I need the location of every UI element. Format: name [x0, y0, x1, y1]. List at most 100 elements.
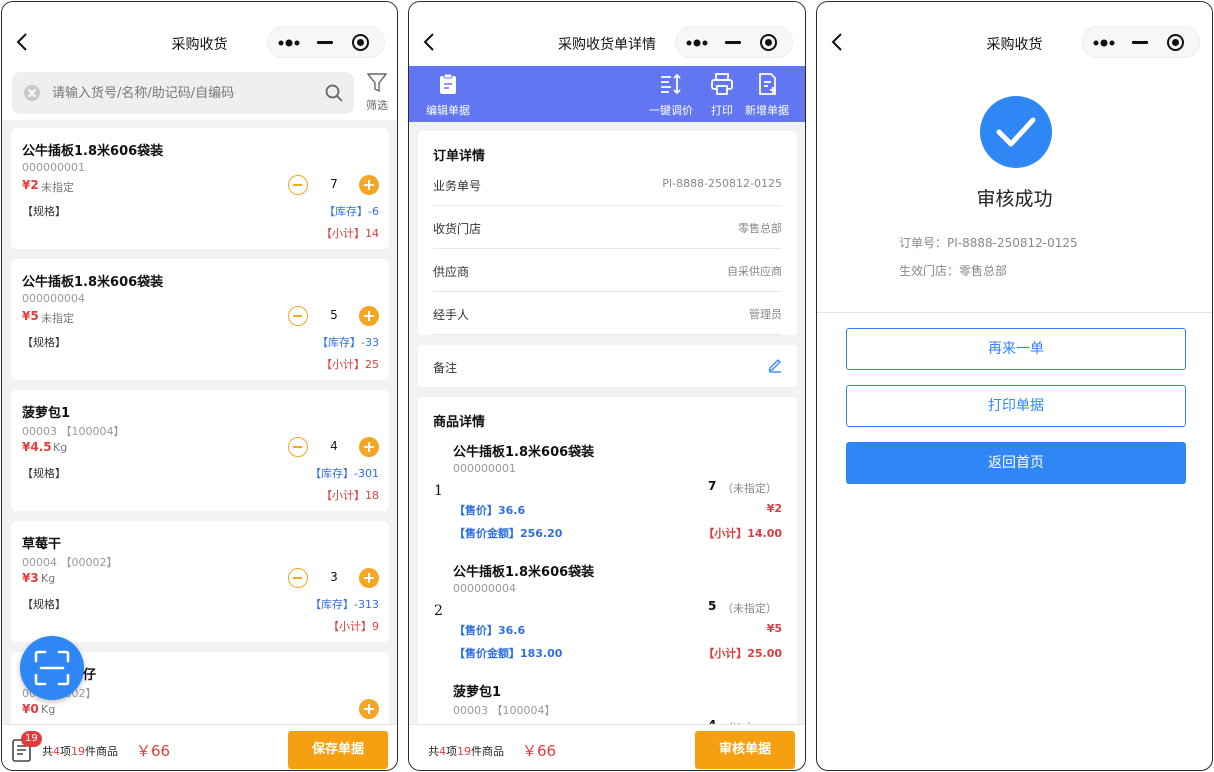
quantity-value[interactable]: 4: [314, 439, 354, 453]
goods-unit-price: ¥5: [766, 622, 782, 635]
new-document-label: 新增单据: [745, 104, 789, 117]
product-price: ¥5: [22, 309, 39, 323]
product-price: ¥0: [22, 702, 39, 716]
goods-subtotal: 【小计】14.00: [703, 527, 782, 540]
total-amount: ￥66: [136, 742, 171, 760]
clear-icon[interactable]: [24, 85, 40, 101]
order-detail-title: 订单详情: [433, 149, 486, 164]
product-stock: 【库存】-6: [324, 205, 379, 218]
sort-adjust-icon: [661, 73, 681, 95]
new-order-button[interactable]: 再来一单: [846, 328, 1186, 370]
clipboard-icon: [440, 73, 456, 94]
row-label: 业务单号: [433, 179, 482, 193]
quantity-value[interactable]: 7: [314, 177, 354, 191]
print-button[interactable]: 打印: [709, 70, 735, 118]
new-document-button[interactable]: 新增单据: [745, 70, 789, 118]
goods-unit: （未指定）: [722, 602, 777, 615]
product-card: 菠萝包1 00003 【100004】 ¥4.5 Kg 【规格】 4 【库存】-…: [11, 390, 389, 511]
increase-quantity-button[interactable]: [359, 437, 379, 457]
order-detail-card: 订单详情 业务单号 PI-8888-250812-0125 收货门店 零售总部 …: [418, 131, 797, 335]
item-summary: 共4项19件商品: [42, 745, 118, 758]
product-price: ¥4.5: [22, 440, 52, 454]
filter-button[interactable]: 筛选: [362, 72, 392, 114]
save-button[interactable]: 保存单据: [288, 731, 388, 769]
goods-detail-card: 商品详情 公牛插板1.8米606袋装 000000001 1 7 （未指定） 【…: [418, 397, 797, 734]
minimize-icon[interactable]: [317, 41, 333, 44]
bottom-bar: 共4项19件商品 ￥66 审核单据: [409, 724, 805, 770]
more-dots-icon[interactable]: [1091, 36, 1121, 50]
goods-quantity: 5: [708, 599, 717, 613]
back-home-button[interactable]: 返回首页: [846, 442, 1186, 484]
product-stock: 【库存】-313: [310, 598, 379, 611]
record-icon[interactable]: [352, 34, 369, 51]
product-code: 000000004: [22, 292, 85, 305]
increase-quantity-button[interactable]: [359, 568, 379, 588]
navbar: 采购收货单详情: [409, 2, 805, 66]
decrease-quantity-button[interactable]: [288, 437, 308, 457]
record-icon[interactable]: [1167, 34, 1184, 51]
approval-success-screen: 采购收货 审核成功 订单号：PI-8888-250812-0125 生效门店：零…: [816, 1, 1213, 771]
goods-sale-price: 【售价】36.6: [454, 624, 526, 637]
search-input[interactable]: [52, 72, 312, 114]
goods-sale-amount: 【售价金额】183.00: [454, 647, 563, 660]
product-subtotal: 【小计】14: [321, 227, 379, 240]
bottom-bar: 19 共4项19件商品 ￥66 保存单据: [2, 724, 397, 770]
row-label: 经手人: [433, 308, 470, 322]
product-stock: 【库存】-33: [317, 336, 379, 349]
product-unit: Kg: [41, 703, 56, 716]
decrease-quantity-button[interactable]: [288, 175, 308, 195]
one-click-reprice-label: 一键调价: [649, 104, 693, 117]
product-name: 仔: [83, 668, 97, 683]
print-document-button[interactable]: 打印单据: [846, 385, 1186, 427]
more-dots-icon[interactable]: [276, 36, 306, 50]
product-subtotal: 【小计】9: [328, 620, 379, 633]
row-label: 供应商: [433, 265, 470, 279]
note-card[interactable]: 备注: [418, 345, 797, 387]
increase-quantity-button[interactable]: [359, 699, 379, 719]
increase-quantity-button[interactable]: [359, 175, 379, 195]
product-name: 菠萝包1: [22, 406, 71, 421]
note-label: 备注: [433, 361, 458, 375]
product-unit: Kg: [41, 572, 56, 585]
search-icon[interactable]: [324, 83, 344, 103]
row-label: 收货门店: [433, 222, 482, 236]
goods-unit: （未指定）: [722, 482, 777, 495]
row-value: 管理员: [749, 308, 782, 321]
record-icon[interactable]: [760, 34, 777, 51]
filter-icon: [367, 73, 387, 93]
printer-icon: [711, 73, 733, 95]
quantity-value[interactable]: 5: [314, 308, 354, 322]
row-value: 零售总部: [738, 222, 782, 235]
one-click-reprice-button[interactable]: 一键调价: [649, 70, 693, 118]
minimize-icon[interactable]: [725, 41, 741, 44]
goods-sale-price: 【售价】36.6: [454, 504, 526, 517]
detail-row: 收货门店 零售总部: [433, 206, 782, 249]
product-name: 公牛插板1.8米606袋装: [22, 275, 164, 290]
product-name: 公牛插板1.8米606袋装: [22, 144, 164, 159]
product-code: 000000001: [22, 161, 85, 174]
receipt-detail-screen: 采购收货单详情 编辑单据 一键调价 打印 新增单据 订单详情 业务单号 PI-8…: [408, 1, 806, 771]
success-title: 审核成功: [976, 188, 1053, 210]
product-unit: 未指定: [41, 312, 74, 325]
goods-quantity: 7: [708, 479, 717, 493]
add-document-icon: [759, 73, 776, 95]
approve-button[interactable]: 审核单据: [695, 731, 795, 769]
goods-code: 000000004: [453, 582, 516, 595]
edit-document-label: 编辑单据: [426, 104, 470, 117]
product-card: 草莓干 00004 【00002】 ¥3 Kg 【规格】 3 【库存】-313 …: [11, 521, 389, 642]
edit-document-button[interactable]: 编辑单据: [423, 70, 473, 118]
product-subtotal: 【小计】18: [321, 489, 379, 502]
product-spec: 【规格】: [22, 467, 66, 480]
decrease-quantity-button[interactable]: [288, 306, 308, 326]
mini-program-capsule: [675, 26, 793, 58]
quantity-value[interactable]: 3: [314, 570, 354, 584]
pencil-icon[interactable]: [767, 357, 783, 373]
increase-quantity-button[interactable]: [359, 306, 379, 326]
goods-name: 菠萝包1: [453, 685, 502, 700]
decrease-quantity-button[interactable]: [288, 568, 308, 588]
action-toolbar: 编辑单据 一键调价 打印 新增单据: [409, 66, 805, 122]
goods-unit-price: ¥2: [766, 502, 782, 515]
scan-button[interactable]: [20, 636, 84, 700]
more-dots-icon[interactable]: [684, 36, 714, 50]
minimize-icon[interactable]: [1132, 41, 1148, 44]
